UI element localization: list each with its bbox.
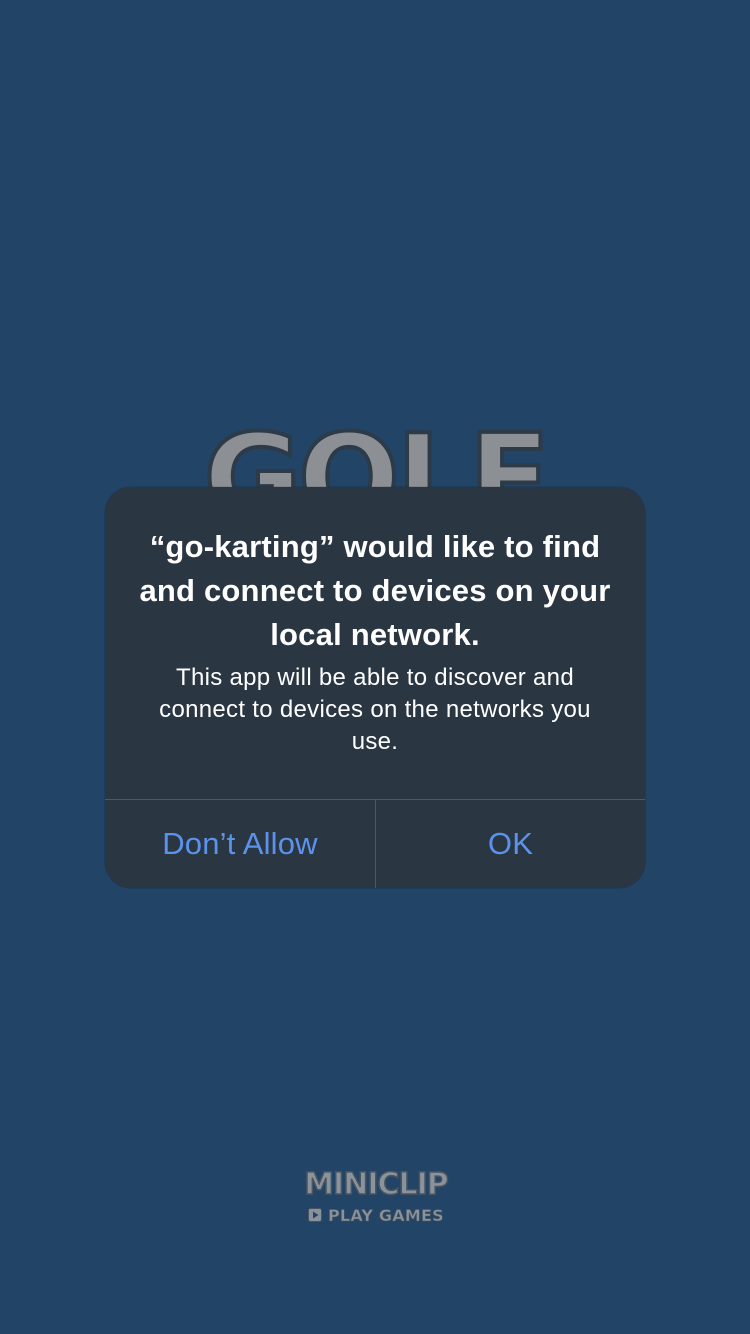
alert-message: This app will be able to discover and co… <box>159 664 591 755</box>
alert-title: “go-karting” would like to find and conn… <box>139 529 611 652</box>
publisher-tagline: PLAY GAMES <box>328 1205 444 1225</box>
dont-allow-button[interactable]: Don’t Allow <box>105 800 375 888</box>
ok-button[interactable]: OK <box>376 800 645 888</box>
game-logo-text: GOLF <box>204 410 547 492</box>
publisher-tagline-row: PLAY GAMES <box>308 1204 444 1226</box>
local-network-permission-alert: “go-karting” would like to find and conn… <box>105 487 645 888</box>
play-icon <box>308 1208 322 1222</box>
publisher-logo: MINICLIP PLAY GAMES <box>280 1166 472 1228</box>
alert-body: “go-karting” would like to find and conn… <box>105 487 645 799</box>
game-logo: GOLF <box>150 408 600 492</box>
publisher-name: MINICLIP <box>303 1166 449 1203</box>
game-splash-screen: GOLF “go-karting” would like to find and… <box>0 0 750 1334</box>
game-logo-graphic: GOLF <box>202 408 553 492</box>
